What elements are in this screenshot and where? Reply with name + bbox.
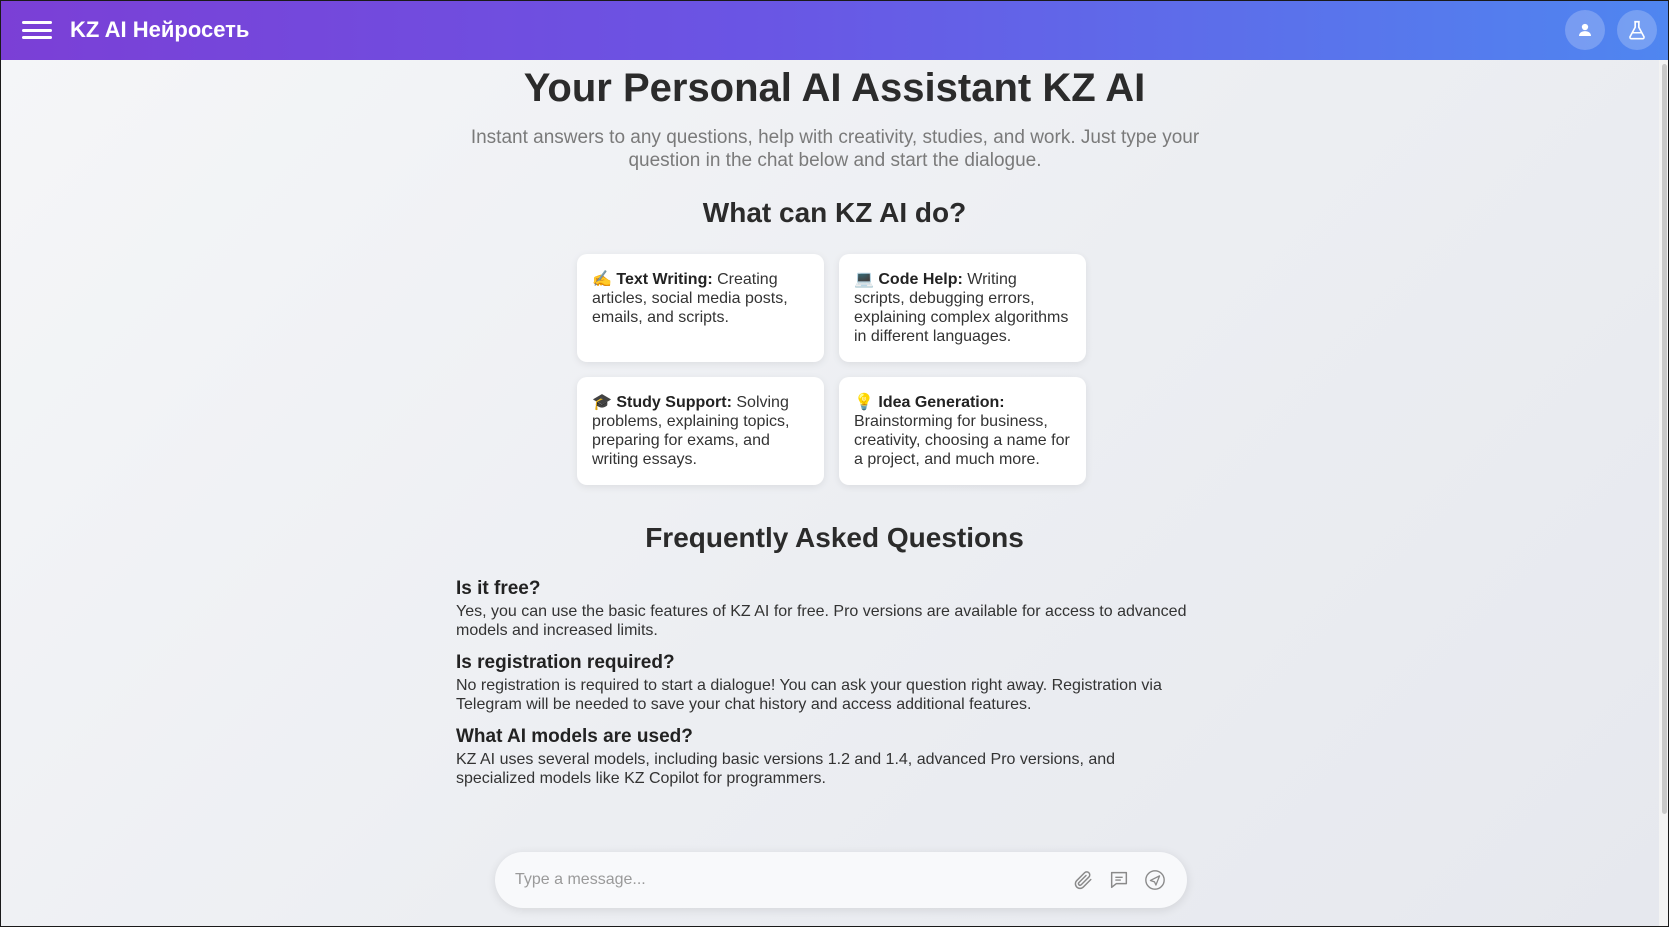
menu-icon[interactable] [22, 18, 52, 42]
top-actions [1565, 10, 1657, 50]
feature-card-title: Study Support: [616, 394, 732, 411]
faq-item: Is registration required? No registratio… [456, 652, 1196, 714]
laptop-icon: 💻 [854, 271, 874, 288]
flask-icon [1629, 20, 1645, 40]
faq-answer: KZ AI uses several models, including bas… [456, 751, 1116, 787]
page-title: Your Personal AI Assistant KZ AI [523, 66, 1146, 110]
user-icon [1579, 23, 1591, 36]
faq-list: Is it free? Yes, you can use the basic f… [456, 578, 1196, 800]
page-subtitle: Instant answers to any questions, help w… [470, 127, 1200, 171]
top-app-bar: KZ AI Нейросеть [0, 0, 1669, 60]
faq-answer: Yes, you can use the basic features of K… [456, 603, 1187, 639]
message-composer [495, 852, 1187, 908]
writing-hand-icon: ✍️ [592, 271, 612, 288]
faq-title: Frequently Asked Questions [645, 522, 1024, 553]
feature-card-text: Brainstorming for business, creativity, … [854, 413, 1070, 468]
feature-card-title: Code Help: [878, 271, 963, 288]
send-icon[interactable] [1143, 868, 1167, 892]
feature-cards: ✍️ Text Writing: Creating articles, soci… [577, 254, 1087, 485]
light-bulb-icon: 💡 [854, 394, 874, 411]
paperclip-icon[interactable] [1071, 868, 1095, 892]
message-input[interactable] [515, 871, 1059, 889]
profile-button[interactable] [1565, 10, 1605, 50]
faq-question: What AI models are used? [456, 726, 693, 747]
lab-button[interactable] [1617, 10, 1657, 50]
feature-card-study-support: 🎓 Study Support: Solving problems, expla… [577, 377, 824, 485]
faq-item: What AI models are used? KZ AI uses seve… [456, 726, 1196, 788]
features-title: What can KZ AI do? [702, 197, 967, 228]
faq-question: Is it free? [456, 578, 541, 599]
feature-card-idea-generation: 💡 Idea Generation: Brainstorming for bus… [839, 377, 1086, 485]
feature-card-code-help: 💻 Code Help: Writing scripts, debugging … [839, 254, 1086, 362]
faq-question: Is registration required? [456, 652, 675, 673]
graduation-cap-icon: 🎓 [592, 394, 612, 411]
scrollbar-thumb[interactable] [1662, 64, 1667, 814]
faq-answer: No registration is required to start a d… [456, 677, 1162, 713]
feature-card-title: Idea Generation: [878, 394, 1005, 411]
faq-item: Is it free? Yes, you can use the basic f… [456, 578, 1196, 640]
chat-bubble-icon[interactable] [1107, 868, 1131, 892]
feature-card-title: Text Writing: [616, 271, 713, 288]
feature-card-text-writing: ✍️ Text Writing: Creating articles, soci… [577, 254, 824, 362]
brand-title: KZ AI Нейросеть [70, 17, 250, 42]
